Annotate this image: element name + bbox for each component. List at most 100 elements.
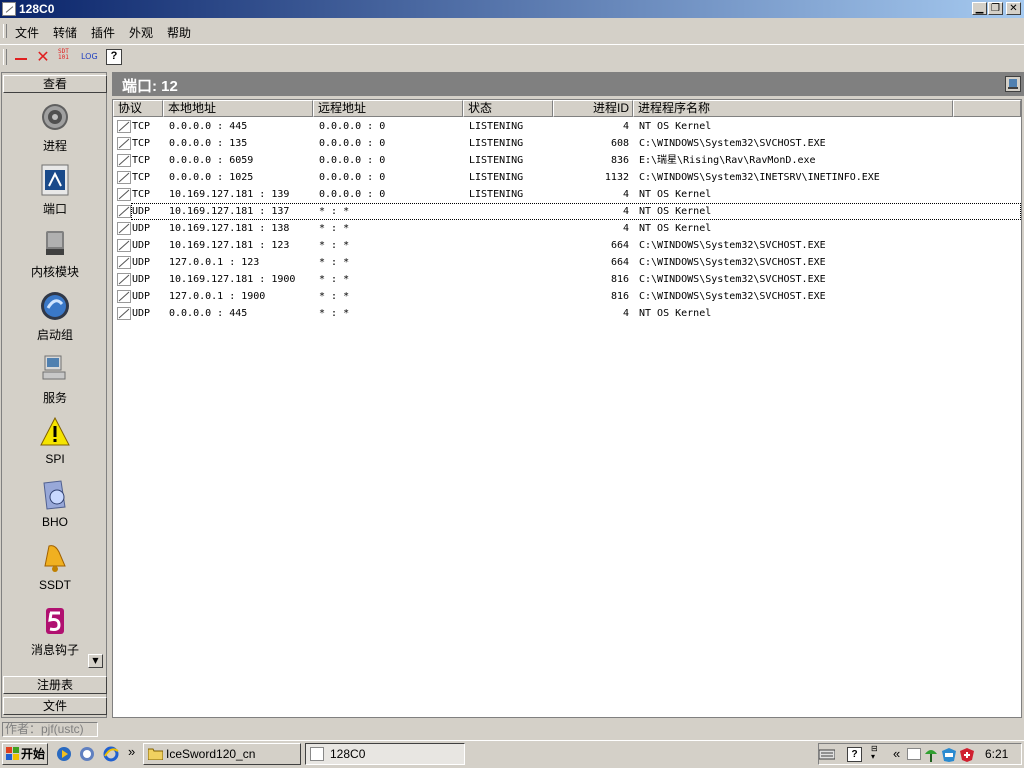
table-row[interactable]: UDP 10.169.127.181 : 123 * : * 664 C:\WINDOW… (113, 237, 1021, 254)
registry-header-button[interactable]: 注册表 (3, 676, 107, 694)
menu-bar: 文件 转储 插件 外观 帮助 (0, 21, 1024, 41)
cell-state: LISTENING (469, 189, 524, 200)
start-button[interactable]: 开始 (2, 743, 48, 765)
title-bar: 128C0 ▁ ❐ ✕ (0, 0, 1024, 18)
table-row[interactable]: UDP 10.169.127.181 : 137 * : * 4 NT OS Kerne… (117, 203, 1021, 220)
cell-local-address: 0.0.0.0 : 445 (169, 121, 248, 132)
table-row[interactable]: TCP 0.0.0.0 : 135 0.0.0.0 : 0 LISTENING 608 C… (113, 135, 1021, 152)
menu-file[interactable]: 文件 (15, 24, 39, 41)
tray-help-icon[interactable]: ? (847, 747, 862, 762)
ie-icon[interactable] (103, 746, 119, 762)
kernel-module-icon (46, 231, 64, 255)
column-header-process-name[interactable]: 进程程序名称 (633, 100, 953, 117)
menu-dump[interactable]: 转储 (53, 24, 77, 41)
nav-item-bho[interactable]: BHO (3, 479, 107, 542)
log-tool-button[interactable]: LOG (81, 49, 101, 65)
column-header-remote-address[interactable]: 远程地址 (313, 100, 463, 117)
restore-button[interactable]: ❐ (988, 2, 1003, 15)
cell-protocol: UDP (132, 206, 151, 217)
shield-icon[interactable] (959, 747, 975, 763)
quick-launch-icon[interactable] (79, 746, 95, 762)
cell-remote-address: * : * (319, 257, 350, 268)
window-title: 128C0 (19, 2, 55, 16)
nav-item-kernel-modules[interactable]: 内核模块 (3, 227, 107, 290)
menu-help[interactable]: 帮助 (167, 24, 191, 41)
cell-pid: 816 (610, 274, 629, 285)
cell-remote-address: 0.0.0.0 : 0 (319, 155, 386, 166)
quick-launch-more[interactable]: » (128, 744, 135, 759)
column-header-protocol[interactable]: 协议 (113, 100, 163, 117)
cell-remote-address: * : * (319, 240, 350, 251)
column-header-pid[interactable]: 进程ID (553, 100, 633, 117)
connection-icon (117, 154, 131, 167)
cell-local-address: 0.0.0.0 : 135 (169, 138, 248, 149)
table-row[interactable]: UDP 10.169.127.181 : 138 * : * 4 NT OS Kerne… (113, 220, 1021, 237)
tray-toggle-icon[interactable]: ⊟ ▾ (871, 745, 881, 763)
table-row[interactable]: TCP 0.0.0.0 : 1025 0.0.0.0 : 0 LISTENING 113… (113, 169, 1021, 186)
restore-icon: ❐ (991, 3, 1000, 14)
nav-label: 端口 (42, 202, 67, 216)
files-header-button[interactable]: 文件 (3, 697, 107, 715)
cell-remote-address: 0.0.0.0 : 0 (319, 121, 386, 132)
cell-remote-address: * : * (319, 206, 350, 217)
minimize-button[interactable]: ▁ (972, 2, 987, 15)
refresh-button[interactable] (1005, 76, 1021, 92)
cell-state: LISTENING (469, 121, 524, 132)
table-row[interactable]: TCP 0.0.0.0 : 445 0.0.0.0 : 0 LISTENING 4 NT … (113, 118, 1021, 135)
system-tray: ? ⊟ ▾ « 6:21 (818, 743, 1022, 765)
tray-window-icon[interactable] (907, 748, 921, 760)
cell-remote-address: 0.0.0.0 : 0 (319, 172, 386, 183)
ssdt-bell-icon (44, 545, 66, 572)
table-row[interactable]: UDP 127.0.0.1 : 1900 * : * 816 C:\WINDOWS\Sy… (113, 288, 1021, 305)
task-label: IceSword120_cn (166, 747, 256, 761)
table-row[interactable]: TCP 10.169.127.181 : 139 0.0.0.0 : 0 LISTEN… (113, 186, 1021, 203)
cell-pid: 664 (610, 257, 629, 268)
table-row[interactable]: UDP 0.0.0.0 : 445 * : * 4 NT OS Kernel (113, 305, 1021, 322)
column-header-local-address[interactable]: 本地地址 (163, 100, 313, 117)
cell-pid: 4 (622, 189, 629, 200)
tray-expand-button[interactable]: « (893, 746, 900, 761)
nav-label: SSDT (38, 578, 71, 592)
scroll-down-button[interactable]: ▼ (88, 654, 103, 668)
cell-protocol: UDP (132, 223, 151, 234)
help-tool-button[interactable]: ? (106, 49, 122, 65)
table-row[interactable]: UDP 10.169.127.181 : 1900 * : * 816 C:\WINDO… (113, 271, 1021, 288)
nav-label: SPI (45, 452, 65, 466)
nav-item-services[interactable]: 服务 (3, 353, 107, 416)
tray-network-icon[interactable] (923, 747, 939, 763)
media-player-icon[interactable] (56, 746, 72, 762)
nav-item-ports[interactable]: 端口 (3, 164, 107, 227)
tray-monitor-icon[interactable] (941, 747, 957, 763)
column-header-state[interactable]: 状态 (463, 100, 553, 117)
cell-local-address: 0.0.0.0 : 445 (169, 308, 248, 319)
view-header-button[interactable]: 查看 (3, 75, 107, 93)
nav-item-startup[interactable]: 启动组 (3, 290, 107, 353)
bho-icon (43, 480, 66, 510)
port-list[interactable]: 协议 本地地址 远程地址 状态 进程ID 进程程序名称 TCP 0.0.0.0 :… (112, 99, 1022, 718)
dash-icon (15, 58, 27, 60)
task-button-128c0[interactable]: 128C0 (305, 743, 465, 765)
connection-icon (117, 188, 131, 201)
table-row[interactable]: UDP 127.0.0.1 : 123 * : * 664 C:\WINDOWS\Sys… (113, 254, 1021, 271)
nav-item-ssdt[interactable]: SSDT (3, 542, 107, 605)
nav-item-spi[interactable]: SPI (3, 416, 107, 479)
window-icon[interactable] (2, 2, 16, 16)
sdt-tool-button[interactable]: SDT 101 (58, 49, 76, 65)
close-button[interactable]: ✕ (1006, 2, 1021, 15)
task-button-icesword[interactable]: IceSword120_cn (143, 743, 301, 765)
minimize-tool-button[interactable] (13, 49, 29, 65)
cell-process-name: NT OS Kernel (639, 223, 712, 234)
menu-plugins[interactable]: 插件 (91, 24, 115, 41)
cell-protocol: TCP (132, 172, 151, 183)
nav-label: 内核模块 (30, 265, 79, 279)
nav-item-processes[interactable]: 进程 (3, 101, 107, 164)
cell-remote-address: * : * (319, 223, 350, 234)
delete-tool-button[interactable]: ✕ (35, 49, 51, 65)
column-header-blank (953, 100, 1021, 117)
table-row[interactable]: TCP 0.0.0.0 : 6059 0.0.0.0 : 0 LISTENING 836… (113, 152, 1021, 169)
keyboard-icon[interactable] (819, 747, 835, 761)
menu-appearance[interactable]: 外观 (129, 24, 153, 41)
cell-local-address: 10.169.127.181 : 138 (169, 223, 290, 234)
scroll-down-icon: ▼ (92, 656, 99, 665)
cell-state: LISTENING (469, 155, 524, 166)
